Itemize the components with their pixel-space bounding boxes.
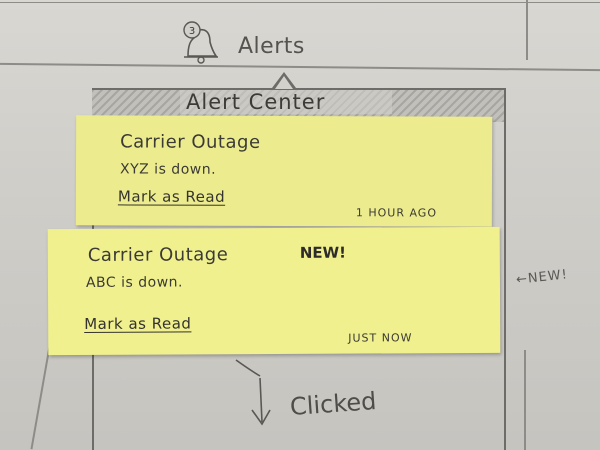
alert-timestamp: JUST NOW bbox=[348, 331, 413, 345]
mark-as-read-link[interactable]: Mark as Read bbox=[84, 314, 191, 333]
alert-card-new[interactable]: Carrier Outage NEW! ABC is down. Mark as… bbox=[47, 226, 501, 356]
alert-message: ABC is down. bbox=[85, 274, 184, 291]
top-rule-line bbox=[0, 2, 600, 3]
alert-timestamp: 1 HOUR AGO bbox=[355, 206, 438, 220]
alert-card-read[interactable]: Carrier Outage XYZ is down. Mark as Read… bbox=[75, 115, 493, 227]
new-badge: NEW! bbox=[299, 243, 347, 262]
right-margin-line bbox=[526, 0, 528, 60]
alerts-title[interactable]: Alerts bbox=[238, 34, 305, 59]
clicked-annotation: Clicked bbox=[289, 387, 378, 421]
arrow-down-icon bbox=[235, 359, 271, 426]
alert-title: Carrier Outage bbox=[87, 244, 229, 266]
alert-message: XYZ is down. bbox=[119, 161, 217, 178]
mark-as-read-link[interactable]: Mark as Read bbox=[118, 187, 225, 205]
alert-center-title: Alert Center bbox=[180, 90, 392, 114]
right-frame-extension bbox=[524, 350, 526, 450]
bell-icon[interactable]: 3 bbox=[178, 20, 222, 64]
alert-title: Carrier Outage bbox=[120, 131, 261, 153]
alert-count-badge: 3 bbox=[189, 26, 195, 37]
dropdown-caret-fill bbox=[275, 76, 293, 89]
